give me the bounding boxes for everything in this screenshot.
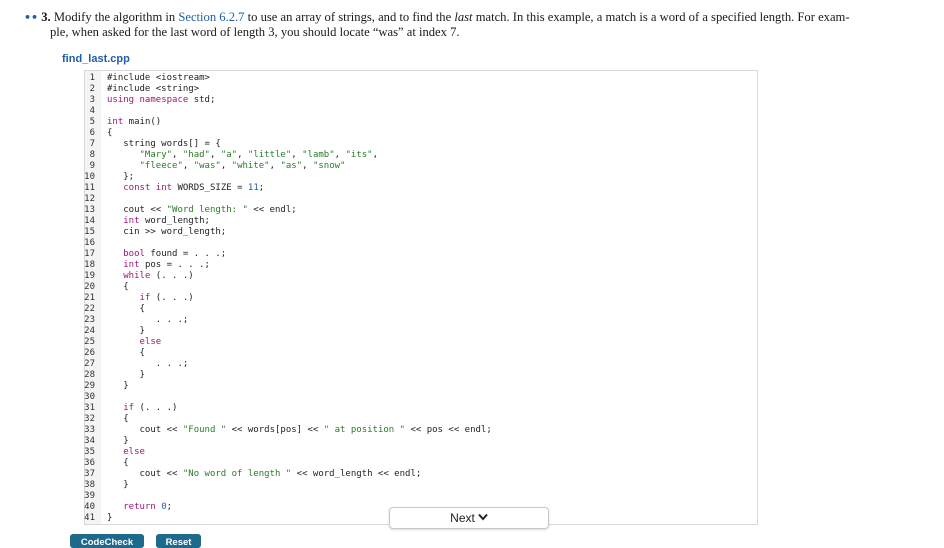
code-text: }: [107, 480, 129, 490]
code-text: cin >> word_length;: [107, 227, 227, 237]
line-number: 11: [84, 183, 95, 193]
line-number: 17: [84, 249, 95, 259]
line-number: 14: [84, 216, 95, 226]
code-text: {: [107, 282, 129, 292]
line-number: 10: [84, 172, 95, 182]
code-text: "fleece", "was", "white", "as", "snow": [139, 161, 346, 171]
line-number: 41: [84, 513, 95, 523]
code-text: if (. . .): [123, 403, 178, 413]
line-number: 5: [89, 117, 95, 127]
chevron-down-icon: [478, 513, 488, 524]
line-number: 4: [89, 106, 95, 116]
code-text: if (. . .): [139, 293, 194, 303]
code-text: cout << "Word length: " << endl;: [107, 205, 297, 215]
line-number: 16: [84, 238, 95, 248]
problem-emphasis: last: [454, 10, 473, 24]
code-text: };: [107, 172, 135, 182]
code-text: "Mary", "had", "a", "little", "lamb", "i…: [139, 150, 378, 160]
line-number: 37: [84, 469, 95, 479]
code-text: {: [107, 348, 145, 358]
problem-number: 3.: [41, 10, 51, 24]
file-name: find_last.cpp: [62, 53, 130, 65]
line-number: 22: [84, 304, 95, 314]
line-number: 19: [84, 271, 95, 281]
code-text: cout << "No word of length " << word_len…: [107, 469, 422, 479]
code-text: }: [107, 381, 129, 391]
problem-text-2: to use an array of strings, and to find …: [244, 10, 455, 24]
line-number: 27: [84, 359, 95, 369]
problem-text-1: Modify the algorithm in: [53, 10, 179, 24]
line-number: 13: [84, 205, 95, 215]
line-number: 9: [89, 161, 95, 171]
code-text: else: [139, 337, 162, 347]
problem-text-4: ple, when asked for the last word of len…: [50, 25, 460, 39]
code-text: int word_length;: [123, 216, 210, 226]
line-number: 36: [84, 458, 95, 468]
code-text: else: [123, 447, 145, 457]
line-number: 25: [84, 337, 95, 347]
code-text: {: [107, 414, 129, 424]
code-text: bool found = . . .;: [123, 249, 227, 259]
line-number: 23: [84, 315, 95, 325]
line-number: 34: [84, 436, 95, 446]
line-number: 20: [84, 282, 95, 292]
line-number: 7: [89, 139, 95, 149]
line-number: 30: [84, 392, 95, 402]
code-text: {: [107, 128, 113, 138]
code-text: string words[] = {: [107, 139, 221, 149]
line-number: 2: [89, 84, 95, 94]
code-editor[interactable]: 1 #include <iostream> 2 #include <string> 3 u…: [84, 70, 758, 525]
code-text: }: [107, 513, 113, 523]
line-number: 1: [89, 73, 95, 83]
line-number: 32: [84, 414, 95, 424]
line-number: 39: [84, 491, 95, 501]
code-text: int main(): [107, 117, 162, 127]
line-number: 15: [84, 227, 95, 237]
code-text: }: [107, 436, 129, 446]
line-number: 33: [84, 425, 95, 435]
code-text: cout << "Found " << words[pos] << " at p…: [107, 425, 492, 435]
next-label: Next: [450, 511, 475, 525]
problem-statement: •• 3. Modify the algorithm in Section 6.…: [24, 10, 924, 39]
code-text: . . .;: [107, 315, 189, 325]
code-text: using namespace std;: [107, 95, 216, 105]
next-button[interactable]: Next: [389, 507, 549, 529]
difficulty-dots: ••: [24, 11, 39, 24]
line-number: 26: [84, 348, 95, 358]
section-link[interactable]: Section 6.2.7: [178, 10, 244, 24]
line-number: 21: [84, 293, 95, 303]
code-text: }: [107, 326, 145, 336]
line-number: 6: [89, 128, 95, 138]
line-number: 35: [84, 447, 95, 457]
line-number: 18: [84, 260, 95, 270]
code-text: . . .;: [107, 359, 189, 369]
code-text: return 0;: [123, 502, 173, 512]
line-number: 28: [84, 370, 95, 380]
code-text: {: [107, 304, 145, 314]
code-text: int pos = . . .;: [123, 260, 210, 270]
line-number: 38: [84, 480, 95, 490]
line-number: 29: [84, 381, 95, 391]
code-text: {: [107, 458, 129, 468]
code-text: while (. . .): [123, 271, 194, 281]
line-number: 12: [84, 194, 95, 204]
problem-text-3: match. In this example, a match is a wor…: [472, 10, 850, 24]
code-text: const int WORDS_SIZE = 11;: [123, 183, 265, 193]
line-number: 24: [84, 326, 95, 336]
line-number: 3: [89, 95, 95, 105]
code-text: #include <string>: [107, 84, 200, 94]
line-number: 8: [89, 150, 95, 160]
code-text: }: [107, 370, 145, 380]
line-number: 40: [84, 502, 95, 512]
line-number: 31: [84, 403, 95, 413]
code-text: #include <iostream>: [107, 73, 210, 83]
